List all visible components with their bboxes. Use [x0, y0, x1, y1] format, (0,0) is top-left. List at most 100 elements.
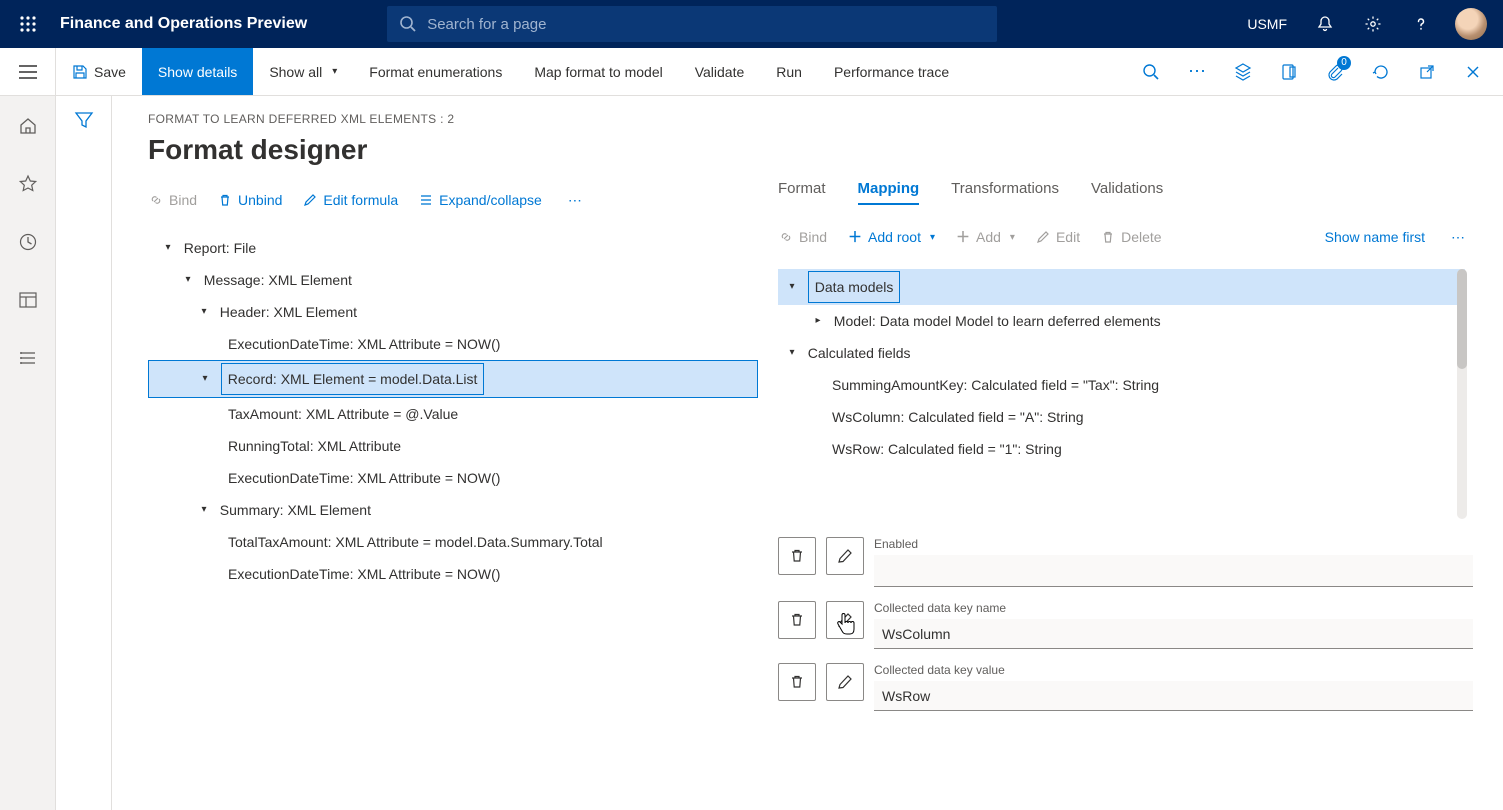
- tree-item[interactable]: ▸ Model: Data model Model to learn defer…: [778, 305, 1465, 337]
- attachments-badge: 0: [1337, 56, 1351, 70]
- tree-item[interactable]: ExecutionDateTime: XML Attribute = NOW(): [148, 558, 758, 590]
- tree-item[interactable]: ▾ Message: XML Element: [148, 264, 758, 296]
- popout-icon[interactable]: [1407, 48, 1447, 96]
- modules-icon[interactable]: [8, 340, 48, 376]
- list-icon: [418, 192, 434, 208]
- key-value-label: Collected data key value: [874, 663, 1473, 677]
- app-launcher-icon[interactable]: [8, 0, 48, 48]
- tree-item[interactable]: TotalTaxAmount: XML Attribute = model.Da…: [148, 526, 758, 558]
- enabled-input[interactable]: [874, 555, 1473, 587]
- bind-button[interactable]: Bind: [148, 192, 197, 208]
- trash-icon: [789, 674, 805, 690]
- refresh-icon[interactable]: [1361, 48, 1401, 96]
- actionbar-search-icon[interactable]: [1131, 48, 1171, 96]
- tree-item[interactable]: ▾ Report: File: [148, 232, 758, 264]
- chevron-right-icon[interactable]: ▸: [810, 311, 826, 331]
- tree-item[interactable]: ▾ Header: XML Element: [148, 296, 758, 328]
- add-button[interactable]: ＋ Add▾: [955, 229, 1015, 245]
- company-code[interactable]: USMF: [1235, 16, 1299, 32]
- filter-icon[interactable]: [74, 110, 94, 810]
- tree-item-selected[interactable]: ▾ Data models: [778, 269, 1465, 305]
- tree-item-selected[interactable]: ▾ Record: XML Element = model.Data.List: [148, 360, 758, 398]
- search-input[interactable]: [427, 16, 985, 33]
- chevron-down-icon[interactable]: ▾: [180, 270, 196, 290]
- tree-item[interactable]: ExecutionDateTime: XML Attribute = NOW(): [148, 462, 758, 494]
- edit-button[interactable]: Edit: [1035, 229, 1080, 245]
- tree-item[interactable]: SummingAmountKey: Calculated field = "Ta…: [778, 369, 1465, 401]
- tree-item[interactable]: ▾ Calculated fields: [778, 337, 1465, 369]
- add-root-button[interactable]: ＋ Add root▾: [847, 229, 935, 245]
- tab-format[interactable]: Format: [778, 180, 826, 205]
- link-icon: [148, 192, 164, 208]
- clear-key-name-button[interactable]: [778, 601, 816, 639]
- topbar: Finance and Operations Preview USMF: [0, 0, 1503, 48]
- edit-enabled-button[interactable]: [826, 537, 864, 575]
- show-name-first-button[interactable]: Show name first: [1325, 229, 1425, 245]
- favorites-icon[interactable]: [8, 166, 48, 202]
- key-value-input[interactable]: [874, 681, 1473, 711]
- chevron-down-icon[interactable]: ▾: [196, 500, 212, 520]
- search-box[interactable]: [387, 6, 997, 42]
- key-name-input[interactable]: [874, 619, 1473, 649]
- app-title: Finance and Operations Preview: [48, 15, 327, 33]
- format-toolbar-more-icon[interactable]: ⋯: [562, 192, 590, 209]
- show-all-button[interactable]: Show all▾: [253, 48, 353, 95]
- delete-button[interactable]: Delete: [1100, 229, 1161, 245]
- mapping-toolbar-more-icon[interactable]: ⋯: [1445, 229, 1473, 246]
- map-format-to-model-button[interactable]: Map format to model: [518, 48, 678, 95]
- workspaces-icon[interactable]: [8, 282, 48, 318]
- scrollbar[interactable]: [1457, 269, 1467, 519]
- tree-item[interactable]: WsColumn: Calculated field = "A": String: [778, 401, 1465, 433]
- property-row: Collected data key value: [778, 663, 1473, 711]
- tree-item[interactable]: TaxAmount: XML Attribute = @.Value: [148, 398, 758, 430]
- tab-validations[interactable]: Validations: [1091, 180, 1163, 205]
- attachments-icon[interactable]: 0: [1315, 48, 1355, 96]
- show-details-button[interactable]: Show details: [142, 48, 253, 95]
- performance-trace-button[interactable]: Performance trace: [818, 48, 965, 95]
- format-tree: ▾ Report: File ▾ Message: XML Element ▾ …: [148, 232, 758, 590]
- chevron-down-icon[interactable]: ▾: [784, 343, 800, 363]
- user-avatar[interactable]: [1455, 8, 1487, 40]
- tab-mapping[interactable]: Mapping: [858, 180, 920, 205]
- validate-button[interactable]: Validate: [679, 48, 761, 95]
- properties-section: Enabled Collected data: [778, 537, 1473, 711]
- edit-formula-button[interactable]: Edit formula: [302, 192, 398, 208]
- mapping-panel: Format Mapping Transformations Validatio…: [768, 182, 1503, 810]
- tree-item[interactable]: ▾ Summary: XML Element: [148, 494, 758, 526]
- mapping-bind-button[interactable]: Bind: [778, 229, 827, 245]
- search-icon: [399, 15, 417, 33]
- chevron-down-icon[interactable]: ▾: [160, 238, 176, 258]
- clear-key-value-button[interactable]: [778, 663, 816, 701]
- close-icon[interactable]: [1453, 48, 1493, 96]
- office-icon[interactable]: [1269, 48, 1309, 96]
- expand-collapse-button[interactable]: Expand/collapse: [418, 192, 542, 208]
- chevron-down-icon[interactable]: ▾: [197, 369, 213, 389]
- d365-icon[interactable]: [1223, 48, 1263, 96]
- property-row: Collected data key name: [778, 601, 1473, 649]
- chevron-down-icon[interactable]: ▾: [784, 277, 800, 297]
- recent-icon[interactable]: [8, 224, 48, 260]
- mapping-toolbar: Bind ＋ Add root▾ ＋ Add▾ Edit: [778, 219, 1473, 255]
- tree-item[interactable]: RunningTotal: XML Attribute: [148, 430, 758, 462]
- edit-key-value-button[interactable]: [826, 663, 864, 701]
- pencil-icon: [302, 192, 318, 208]
- home-icon[interactable]: [8, 108, 48, 144]
- mapping-tree: ▾ Data models ▸ Model: Data model Model …: [778, 269, 1473, 519]
- format-enumerations-button[interactable]: Format enumerations: [353, 48, 518, 95]
- unbind-button[interactable]: Unbind: [217, 192, 282, 208]
- clear-enabled-button[interactable]: [778, 537, 816, 575]
- tab-transformations[interactable]: Transformations: [951, 180, 1059, 205]
- actionbar-more-icon[interactable]: ⋯: [1177, 48, 1217, 96]
- help-icon[interactable]: [1399, 0, 1443, 48]
- edit-key-name-button[interactable]: [826, 601, 864, 639]
- run-button[interactable]: Run: [760, 48, 818, 95]
- tree-item[interactable]: WsRow: Calculated field = "1": String: [778, 433, 1465, 465]
- notifications-icon[interactable]: [1303, 0, 1347, 48]
- save-button[interactable]: Save: [56, 48, 142, 95]
- settings-icon[interactable]: [1351, 0, 1395, 48]
- chevron-down-icon[interactable]: ▾: [196, 302, 212, 322]
- tree-item[interactable]: ExecutionDateTime: XML Attribute = NOW(): [148, 328, 758, 360]
- main: FORMAT TO LEARN DEFERRED XML ELEMENTS : …: [112, 96, 1503, 810]
- pencil-icon: [837, 548, 853, 564]
- nav-hamburger-icon[interactable]: [0, 48, 56, 96]
